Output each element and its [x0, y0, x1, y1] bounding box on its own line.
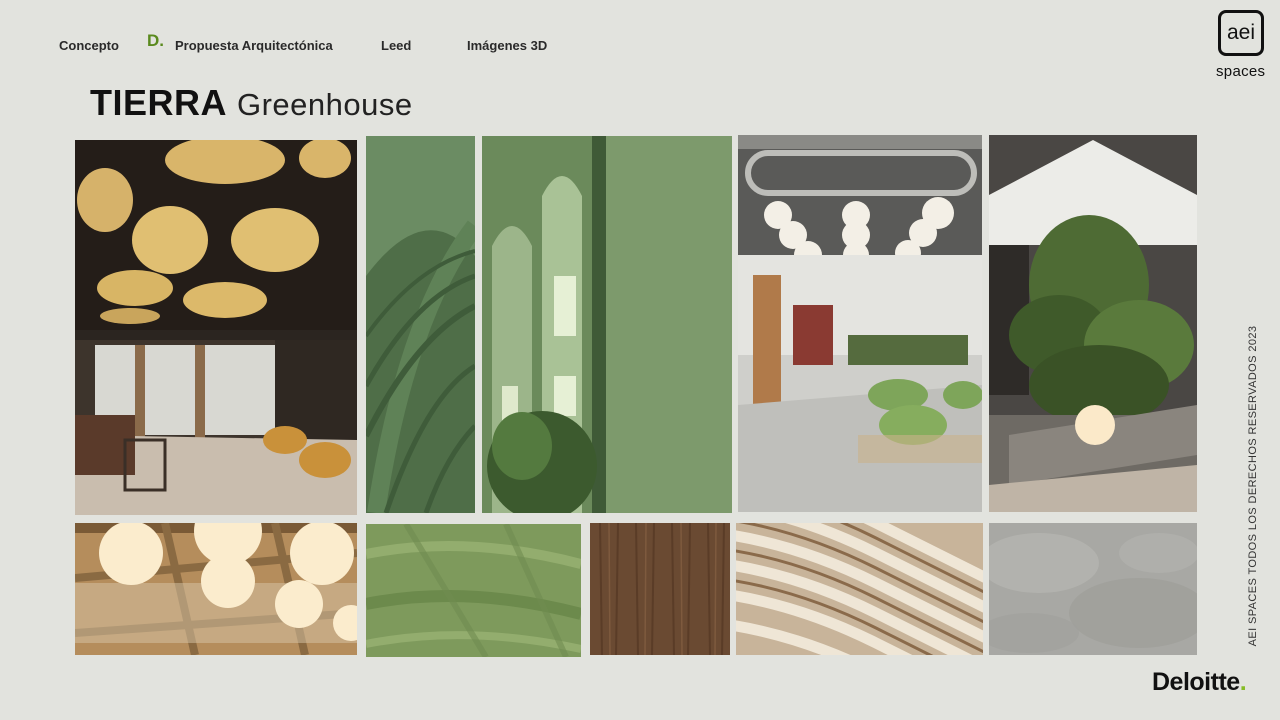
striped-rug-swatch — [736, 523, 983, 655]
aei-spaces-logo: aei spaces — [1214, 8, 1272, 84]
active-section-marker: D. — [147, 31, 164, 50]
logo-mark: aei — [1218, 10, 1264, 56]
copyright-text: AEI SPACES TODOS LOS DERECHOS RESERVADOS… — [1247, 325, 1259, 647]
green-arches-render-image — [482, 136, 732, 513]
page-title: TIERRA Greenhouse — [90, 82, 413, 124]
office-lounge-render-image — [738, 135, 982, 512]
deloitte-wordmark: Deloitte — [1152, 668, 1240, 696]
leaf-texture-image — [366, 136, 475, 513]
indoor-garden-render-image — [989, 135, 1197, 512]
green-fabric-swatch — [366, 524, 581, 657]
wood-veneer-swatch — [590, 523, 730, 655]
nav-leed[interactable]: Leed — [381, 38, 411, 53]
deloitte-logo: Deloitte. — [1152, 668, 1247, 697]
globe-pendant-ceiling-image — [75, 523, 357, 655]
nav-imagenes-3d[interactable]: Imágenes 3D — [467, 38, 547, 53]
title-sub: Greenhouse — [237, 87, 413, 122]
concrete-swatch — [989, 523, 1197, 655]
logo-subtext: spaces — [1216, 63, 1266, 80]
nav-propuesta-arquitectonica[interactable]: Propuesta Arquitectónica — [175, 38, 333, 53]
deloitte-dot: . — [1239, 668, 1247, 696]
restaurant-render-image — [75, 140, 357, 515]
title-main: TIERRA — [90, 82, 227, 123]
nav-concepto[interactable]: Concepto — [59, 38, 119, 53]
